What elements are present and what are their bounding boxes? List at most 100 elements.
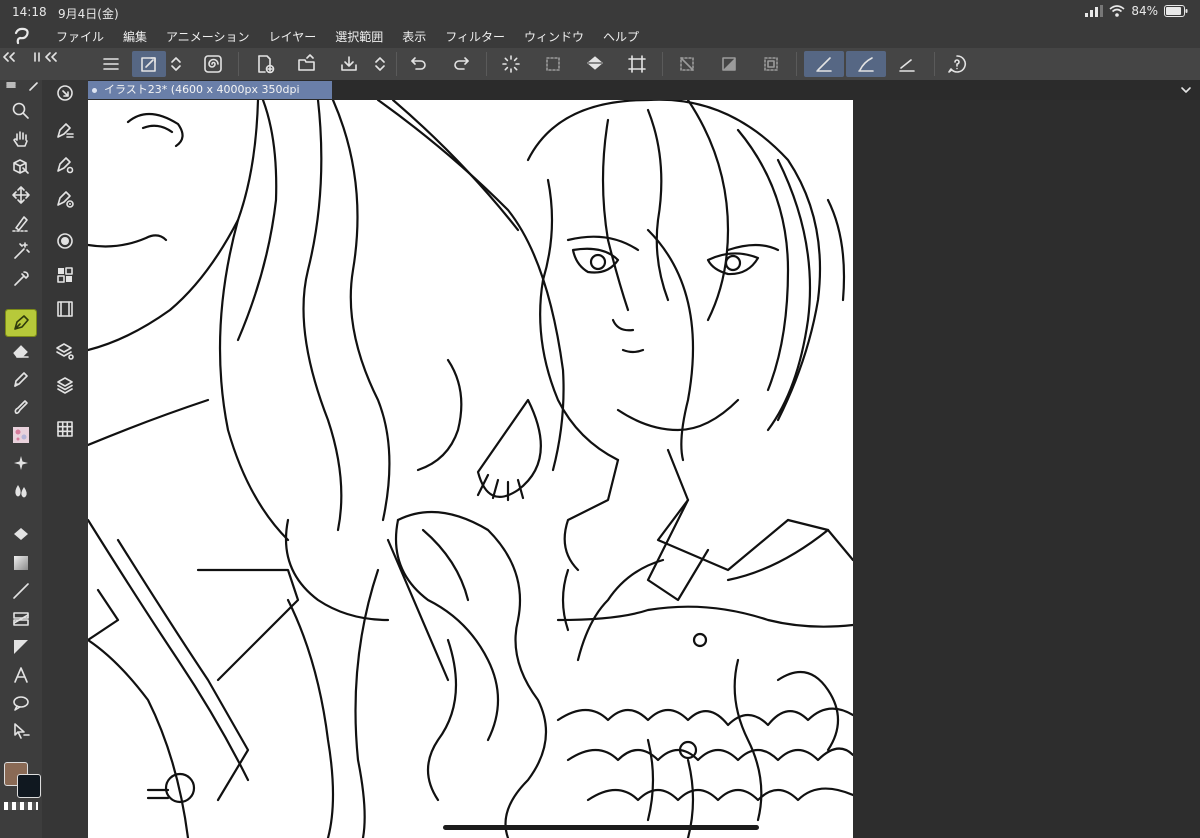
drawing-canvas[interactable]: [88, 100, 853, 838]
tool-selection[interactable]: [6, 210, 36, 236]
tool-gradient[interactable]: [6, 550, 36, 576]
save-scroll-button[interactable]: [370, 51, 390, 77]
clip-studio-logo-icon[interactable]: [12, 27, 32, 45]
command-bar-scroll-button[interactable]: [166, 51, 186, 77]
tool-correct-line[interactable]: [6, 718, 36, 744]
panel-collapse-right-icon[interactable]: [44, 52, 62, 62]
tool-hand[interactable]: [6, 126, 36, 152]
color-wheel-button[interactable]: [50, 228, 80, 254]
tool-pencil[interactable]: [6, 366, 36, 392]
redo-button[interactable]: [444, 51, 478, 77]
decoration-pattern-icon: [13, 427, 29, 443]
menu-animation[interactable]: アニメーション: [166, 28, 250, 45]
panel-collapse-left-icon[interactable]: [2, 52, 20, 62]
document-tab-bar: イラスト23* (4600 x 4000px 350dpi 66.6%): [88, 80, 1200, 114]
menu-filter[interactable]: フィルター: [445, 28, 505, 45]
line-art-illustration: [88, 100, 853, 838]
redo-icon: [454, 57, 469, 70]
layers-icon: [57, 377, 73, 394]
snap-special-icon: [858, 57, 874, 72]
menu-help[interactable]: ヘルプ: [603, 28, 639, 45]
panel-divider-icon[interactable]: [32, 52, 42, 62]
signal-icon: [1085, 5, 1104, 17]
color-set-button[interactable]: [50, 262, 80, 288]
tool-blend[interactable]: [6, 478, 36, 504]
toolbar-separator: [662, 52, 663, 76]
help-button[interactable]: [940, 51, 974, 77]
status-bar: 14:18 9月4日(金) 84%: [0, 0, 1200, 24]
material-button[interactable]: [50, 416, 80, 442]
sub-tool-button[interactable]: [50, 118, 80, 144]
snap-special-button[interactable]: [846, 51, 886, 77]
invert-selection-button: [712, 51, 746, 77]
correct-line-icon: [14, 723, 30, 739]
battery-percent: 84%: [1131, 4, 1158, 18]
command-bar-button[interactable]: [132, 51, 166, 77]
timeline-button[interactable]: [50, 296, 80, 322]
chevron-down-icon[interactable]: [1180, 84, 1192, 96]
brush-size-icon[interactable]: [28, 80, 40, 92]
save-icon: [341, 56, 357, 71]
mask-icon: [764, 57, 778, 71]
loading-button[interactable]: [494, 51, 528, 77]
tab-close-icon[interactable]: [92, 88, 97, 93]
fill-button[interactable]: [578, 51, 612, 77]
tool-auto-select[interactable]: [6, 238, 36, 264]
tool-figure[interactable]: [6, 578, 36, 604]
color-circle-icon: [57, 233, 73, 249]
brush-size-button[interactable]: [50, 186, 80, 212]
help-icon: [948, 55, 966, 73]
tool-decoration[interactable]: [6, 422, 36, 448]
menu-layer[interactable]: レイヤー: [269, 28, 317, 45]
menu-edit[interactable]: 編集: [123, 28, 147, 45]
tool-eraser[interactable]: [6, 338, 36, 364]
palette-menu-icon[interactable]: [6, 80, 16, 90]
pen-nib-icon: [14, 315, 29, 330]
navigator-button[interactable]: [50, 80, 80, 106]
sub-color-swatch[interactable]: [17, 774, 41, 798]
film-strip-icon: [57, 301, 73, 317]
hand-icon: [13, 131, 28, 147]
menu-file[interactable]: ファイル: [56, 28, 104, 45]
text-a-icon: [14, 667, 28, 683]
snap-ruler-button[interactable]: [804, 51, 844, 77]
tool-pen[interactable]: [5, 309, 37, 337]
tool-zoom[interactable]: [6, 98, 36, 124]
sub-tool-column: [42, 80, 88, 838]
selection-pen-icon: [12, 216, 29, 232]
layer-button[interactable]: [50, 372, 80, 398]
transparent-color-swatch[interactable]: [4, 802, 38, 810]
status-time: 14:18: [12, 5, 47, 19]
tool-airbrush[interactable]: [6, 450, 36, 476]
tool-operation[interactable]: [6, 154, 36, 180]
object-select-icon: [13, 159, 29, 174]
menu-view[interactable]: 表示: [402, 28, 426, 45]
hamburger-menu-button[interactable]: [94, 51, 128, 77]
tool-property-button[interactable]: [50, 152, 80, 178]
fill-bucket-icon: [14, 528, 28, 540]
tool-ruler[interactable]: [6, 634, 36, 660]
tool-frame-border[interactable]: [6, 606, 36, 632]
tool-fill[interactable]: [6, 522, 36, 548]
ruler-triangle-icon: [14, 640, 28, 654]
undo-button[interactable]: [402, 51, 436, 77]
snap-grid-button[interactable]: [890, 51, 924, 77]
layer-property-button[interactable]: [50, 338, 80, 364]
clip-studio-button[interactable]: [196, 51, 230, 77]
tool-text[interactable]: [6, 662, 36, 688]
open-button[interactable]: [290, 51, 324, 77]
gradient-icon: [14, 556, 28, 570]
toolbar-separator: [934, 52, 935, 76]
tool-move[interactable]: [6, 182, 36, 208]
menu-window[interactable]: ウィンドウ: [524, 28, 584, 45]
tool-brush[interactable]: [6, 394, 36, 420]
tool-balloon[interactable]: [6, 690, 36, 716]
home-indicator[interactable]: [443, 825, 759, 830]
transform-button[interactable]: [620, 51, 654, 77]
save-button[interactable]: [332, 51, 366, 77]
new-canvas-button[interactable]: [248, 51, 282, 77]
menu-selection[interactable]: 選択範囲: [335, 28, 383, 45]
tool-eyedropper[interactable]: [6, 266, 36, 292]
document-tab[interactable]: イラスト23* (4600 x 4000px 350dpi 66.6%): [88, 81, 332, 114]
brush-size-icon: [57, 191, 74, 208]
